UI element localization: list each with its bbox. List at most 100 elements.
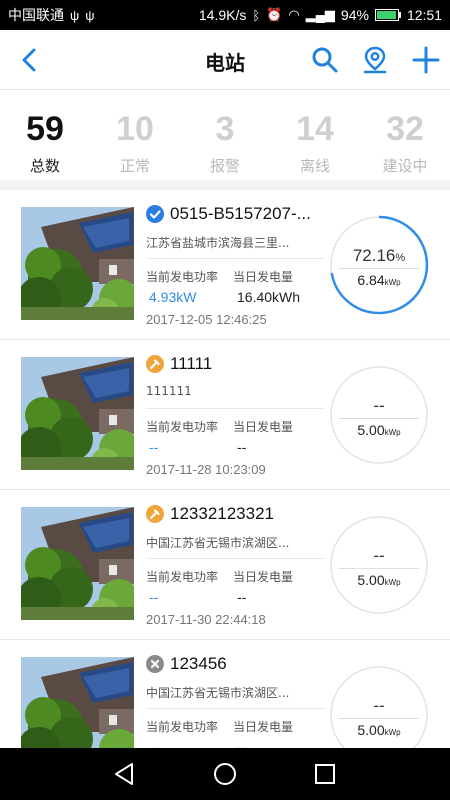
station-list-item[interactable]: 12332123321 中国江苏省无锡市滨湖区... 当前发电功率 当日发电量 … — [0, 490, 450, 640]
efficiency-percent: 72.16% — [329, 246, 429, 266]
station-name: 123456 — [170, 654, 227, 673]
energy-value: -- — [237, 739, 247, 748]
station-title-row: 11111 — [146, 354, 212, 374]
divider — [146, 408, 324, 409]
capacity-unit: kWp — [384, 578, 401, 587]
stat-count: 3 — [215, 110, 235, 148]
power-value: -- — [149, 739, 159, 748]
station-summary: 59 总数 10 正常 3 报警 14 离线 32 建设中 — [0, 91, 450, 190]
usb-icon: ψ — [70, 7, 80, 23]
divider — [146, 258, 324, 259]
stat-normal[interactable]: 10 正常 — [90, 91, 180, 180]
construction-icon — [146, 505, 164, 523]
installed-capacity: 5.00kWp — [329, 422, 429, 438]
alarm-icon: ⏰ — [266, 7, 283, 22]
stat-label: 报警 — [209, 157, 240, 175]
gauge-divider — [339, 268, 419, 269]
add-icon[interactable] — [411, 45, 441, 75]
station-list[interactable]: 0515-B5157207-... 江苏省盐城市滨海县三里... 当前发电功率 … — [0, 190, 450, 748]
station-title-row: 0515-B5157207-... — [146, 204, 311, 224]
gauge-divider — [339, 418, 419, 419]
station-address: 111111 — [146, 384, 192, 398]
percent-value: 72.16 — [352, 246, 396, 265]
power-value: -- — [149, 589, 159, 605]
station-photo — [21, 657, 134, 748]
back-nav-icon[interactable] — [112, 761, 138, 787]
map-pin-icon[interactable] — [360, 45, 390, 75]
percent-unit: % — [395, 252, 406, 264]
app-header: 电站 — [0, 30, 450, 90]
station-list-item[interactable]: 123456 中国江苏省无锡市滨湖区... 当前发电功率 当日发电量 -- --… — [0, 640, 450, 748]
efficiency-percent: -- — [329, 696, 429, 716]
station-address: 中国江苏省无锡市滨湖区... — [146, 686, 290, 700]
installed-capacity: 6.84kWp — [329, 272, 429, 288]
power-label: 当前发电功率 — [146, 270, 219, 284]
stat-total[interactable]: 59 总数 — [0, 91, 90, 180]
station-address: 江苏省盐城市滨海县三里... — [146, 236, 290, 250]
capacity-value: 5.00 — [357, 572, 385, 588]
capacity-unit: kWp — [384, 728, 401, 737]
power-label: 当前发电功率 — [146, 720, 219, 734]
station-photo — [21, 207, 134, 320]
battery-percent: 94% — [340, 7, 369, 23]
installed-capacity: 5.00kWp — [329, 722, 429, 738]
gauge-divider — [339, 568, 419, 569]
battery-icon — [374, 9, 401, 21]
energy-value: -- — [237, 439, 247, 455]
percent-value: -- — [373, 696, 385, 715]
stat-offline[interactable]: 14 离线 — [270, 91, 360, 180]
stat-label: 正常 — [119, 157, 150, 175]
capacity-unit: kWp — [384, 278, 401, 287]
energy-value: 16.40kWh — [237, 289, 301, 305]
stat-count: 14 — [296, 110, 334, 148]
divider — [146, 558, 324, 559]
energy-label: 当日发电量 — [233, 720, 294, 734]
energy-label: 当日发电量 — [233, 570, 294, 584]
system-nav-bar — [0, 748, 450, 800]
search-icon[interactable] — [310, 45, 340, 75]
stat-building[interactable]: 32 建设中 — [360, 91, 450, 180]
station-list-item[interactable]: 11111 111111 当前发电功率 当日发电量 -- -- 2017-11-… — [0, 340, 450, 490]
stat-count: 32 — [386, 110, 424, 148]
wifi-icon: ◠ — [288, 7, 300, 22]
energy-label: 当日发电量 — [233, 420, 294, 434]
energy-value: -- — [237, 589, 247, 605]
efficiency-percent: -- — [329, 546, 429, 566]
usb-icon: ψ — [85, 7, 95, 23]
station-thumbnail — [21, 507, 134, 620]
station-thumbnail — [21, 657, 134, 748]
bluetooth-icon: ᛒ — [252, 7, 261, 23]
capacity-value: 6.84 — [357, 272, 385, 288]
station-title-row: 123456 — [146, 654, 227, 674]
percent-value: -- — [373, 396, 385, 415]
check-icon — [146, 205, 164, 223]
stat-label: 建设中 — [382, 157, 428, 175]
home-nav-icon[interactable] — [212, 761, 238, 787]
stat-count: 10 — [116, 110, 154, 148]
station-photo — [21, 507, 134, 620]
capacity-value: 5.00 — [357, 722, 385, 738]
gauge-divider — [339, 718, 419, 719]
power-value: -- — [149, 439, 159, 455]
power-label: 当前发电功率 — [146, 570, 219, 584]
percent-value: -- — [373, 546, 385, 565]
net-speed: 14.9K/s — [198, 7, 247, 23]
stat-alarm[interactable]: 3 报警 — [180, 91, 270, 180]
status-bar: 中国联通 ψ ψ 14.9K/s ᛒ ⏰ ◠ ▂▄▆ 94% 12:51 — [0, 0, 450, 30]
station-thumbnail — [21, 207, 134, 320]
power-label: 当前发电功率 — [146, 420, 219, 434]
construction-icon — [146, 355, 164, 373]
station-name: 0515-B5157207-... — [170, 204, 311, 223]
capacity-unit: kWp — [384, 428, 401, 437]
offline-icon — [146, 655, 164, 673]
carrier-label: 中国联通 — [8, 7, 64, 23]
station-address: 中国江苏省无锡市滨湖区... — [146, 536, 290, 550]
stat-label: 离线 — [299, 157, 330, 175]
station-title-row: 12332123321 — [146, 504, 274, 524]
clock: 12:51 — [406, 7, 442, 23]
station-list-item[interactable]: 0515-B5157207-... 江苏省盐城市滨海县三里... 当前发电功率 … — [0, 190, 450, 340]
recents-nav-icon[interactable] — [312, 761, 338, 787]
update-timestamp: 2017-12-05 12:46:25 — [146, 312, 267, 327]
stat-count: 59 — [26, 110, 64, 148]
divider — [146, 708, 324, 709]
